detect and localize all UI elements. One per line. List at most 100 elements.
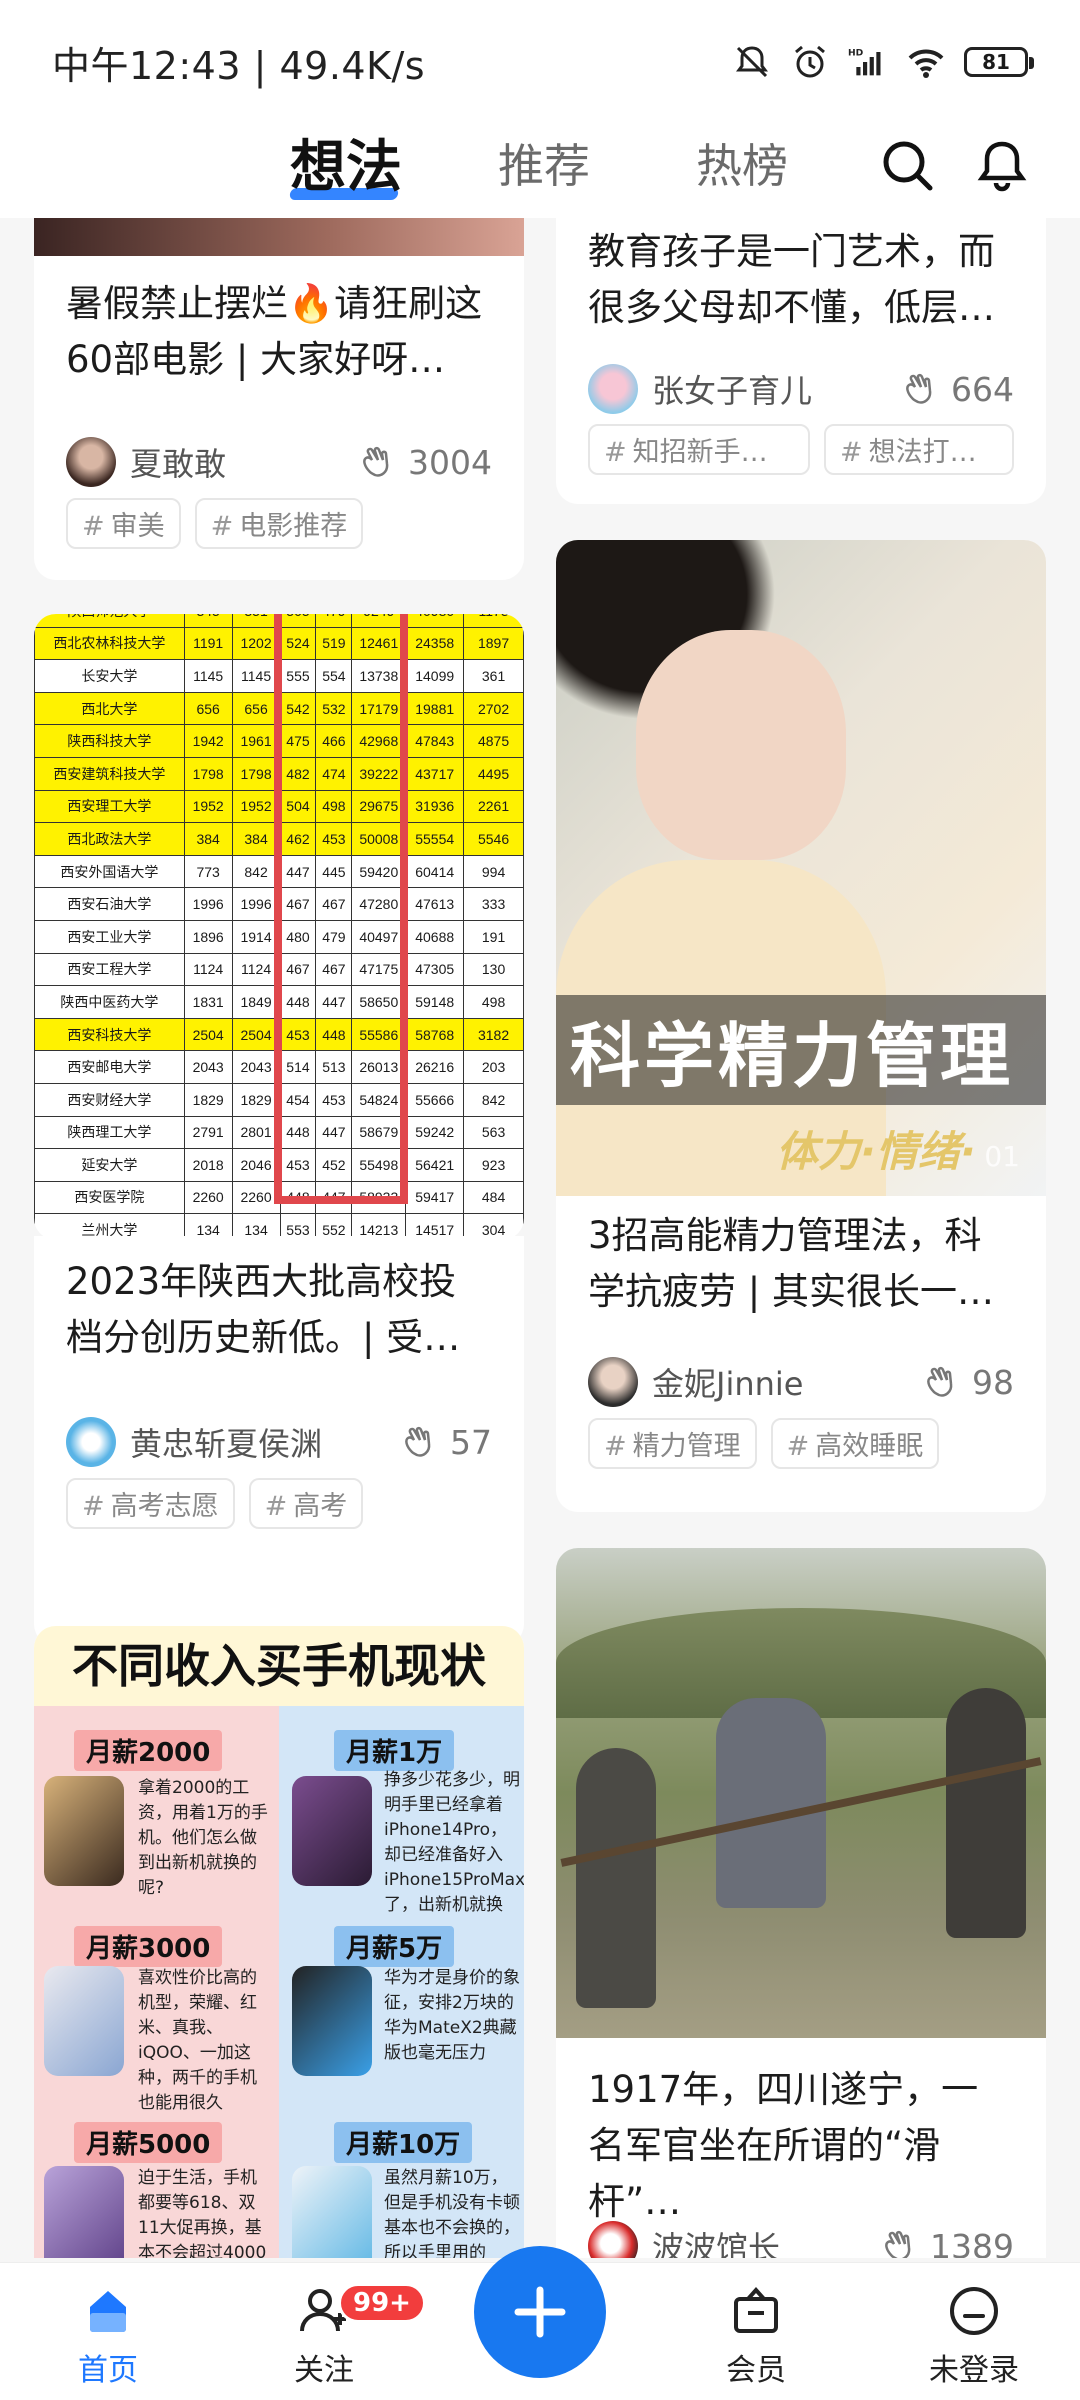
score-cell: 923 [463,1148,524,1182]
score-cell: 484 [463,1180,524,1215]
score-cell: 60414 [405,854,465,889]
topic-tag[interactable]: # 高考 [248,1478,364,1529]
score-cell: 59148 [405,985,465,1019]
topic-tag[interactable]: # 电影推荐 [194,498,364,549]
university-name-cell: 西安石油大学 [34,887,185,921]
topic-tag[interactable]: # 精力管理 [588,1418,757,1469]
phone-image [292,1776,372,1886]
image-headline: 科学精力管理 [570,1015,1014,1097]
feed-card[interactable]: 暑假禁止摆烂🔥请狂刷这60部电影 | 大家好呀… 夏敢敢 3004 # 审美 # 电… [34,218,524,580]
card-title: 暑假禁止摆烂🔥请狂刷这60部电影 | 大家好呀… [66,282,483,381]
tab-recommend[interactable]: 推荐 [498,130,590,196]
feed-card[interactable]: 陕西师范大学3453515054799249409801173西北农林科技大学1… [34,614,524,1240]
university-name-cell: 西安外国语大学 [34,854,185,889]
search-icon[interactable] [878,136,938,196]
score-cell: 1914 [231,919,281,954]
member-icon [734,2286,778,2333]
score-cell: 1849 [231,985,281,1019]
image-subtitle: 体力·情绪· [776,1127,976,1176]
clap-icon [906,373,932,404]
card-author[interactable]: 张女子育儿 [652,366,901,412]
avatar[interactable] [588,1357,638,1407]
nav-profile[interactable]: 未登录 [904,2283,1044,2389]
topic-tag[interactable]: # 审美 [66,498,181,549]
university-name-cell: 西安工业大学 [34,919,185,954]
topic-tag[interactable]: # 想法打卡… [824,424,1014,475]
university-name-cell: 西北农林科技大学 [34,626,185,661]
card-cover-image: 科学精力管理 体力·情绪· 01 [556,540,1046,1196]
nav-home-label: 首页 [78,2353,138,2388]
card-title: 3招高能精力管理法，科学抗疲劳 | 其实很长一… [588,1214,994,1313]
feed-card[interactable]: 1917年，四川遂宁，一名军官坐在所谓的“滑杆”… 波波馆长 1389 [556,1548,1046,2258]
wifi-icon [908,49,944,78]
follow-badge: 99+ [338,2283,426,2323]
like-count[interactable]: 57 [400,1422,492,1462]
score-cell: 1145 [183,659,233,693]
feed-card[interactable]: 不同收入买手机现状 月薪2000 拿着2000的工资，用着1万的手机。他们怎么做… [34,1626,524,2258]
score-cell: 56421 [405,1148,465,1182]
avatar[interactable] [588,2221,638,2258]
score-cell: 47613 [405,887,465,921]
tab-hot-list[interactable]: 热榜 [696,130,788,196]
like-count[interactable]: 1389 [880,2226,1014,2258]
card-title: 2023年陕西大批高校投档分创历史新低。| 受… [66,1260,461,1359]
topic-tag[interactable]: # 高效睡眠 [770,1418,940,1469]
card-author[interactable]: 夏敢敢 [130,439,358,485]
feed-card[interactable]: 科学精力管理 体力·情绪· 01 3招高能精力管理法，科学抗疲劳 | 其实很长一… [556,540,1046,1512]
notification-bell-icon[interactable] [972,136,1032,196]
score-cell: 47843 [405,724,465,758]
like-count[interactable]: 3004 [358,442,492,482]
score-cell: 1996 [183,887,233,921]
score-cell: 4495 [463,756,524,791]
feed[interactable]: 暑假禁止摆烂🔥请狂刷这60部电影 | 大家好呀… 夏敢敢 3004 # 审美 # 电… [0,218,1080,2258]
score-cell: 55554 [405,822,465,856]
face-shape [636,630,846,860]
officer-figure [716,1698,826,1908]
score-cell: 333 [463,887,524,921]
avatar[interactable] [588,364,638,414]
score-cell: 773 [183,854,233,889]
create-post-button[interactable] [474,2246,606,2378]
avatar[interactable] [66,437,116,487]
porter-figure [946,1688,1026,1938]
card-author[interactable]: 波波馆长 [652,2223,880,2258]
topic-tag[interactable]: # 知招新手爸妈 [588,424,810,475]
like-count-value: 664 [951,369,1014,409]
nav-follow-label: 关注 [294,2353,354,2388]
hd-signal-icon: HD [848,47,881,76]
score-cell: 345 [183,614,233,628]
score-cell: 1942 [183,724,233,758]
score-cell: 1798 [183,756,233,791]
nav-profile-label: 未登录 [929,2353,1019,2388]
like-count[interactable]: 664 [901,369,1014,409]
nav-home[interactable]: 首页 [38,2283,178,2389]
svg-text:HD: HD [848,47,864,58]
university-name-cell: 长安大学 [34,659,185,693]
feed-card-body[interactable]: 2023年陕西大批高校投档分创历史新低。| 受… 黄忠斩夏侯渊 57 # 高考志愿… [34,1236,524,1646]
university-name-cell: 延安大学 [34,1148,185,1182]
nav-member[interactable]: 会员 [686,2283,826,2389]
card-author[interactable]: 金妮Jinnie [652,1359,922,1405]
score-cell: 2043 [183,1050,233,1084]
score-cell: 2046 [231,1148,281,1182]
score-cell: 58768 [405,1017,465,1052]
poster-text: 迫于生活，手机都要等618、双11大促再换，基本不会超过4000块， [138,2168,267,2258]
score-cell: 43717 [405,756,465,791]
card-tags: # 审美 # 电影推荐 [66,498,492,549]
score-cell: 1829 [183,1082,233,1117]
card-cover-image: 陕西师范大学3453515054799249409801173西北农林科技大学1… [34,614,524,1240]
poster-text: 华为才是身价的象征，安排2万块的华为MateX2典藏版也毫无压力 [384,1968,520,2063]
phone-image [44,1776,124,1886]
card-tags: # 高考志愿 # 高考 [66,1478,492,1529]
topic-tag[interactable]: # 高考志愿 [66,1478,235,1529]
poster-text: 虽然月薪10万，但是手机没有卡顿基本也不会换的，所以手里用的 [384,2168,520,2258]
score-cell: 2504 [183,1017,233,1052]
feed-card[interactable]: 教育孩子是一门艺术，而很多父母却不懂，低层… 张女子育儿 664 # 知招新手爸妈… [556,218,1046,504]
score-cell: 2043 [231,1050,281,1084]
tab-ideas[interactable]: 想法 [290,122,402,203]
card-author[interactable]: 黄忠斩夏侯渊 [130,1419,400,1465]
avatar[interactable] [66,1417,116,1467]
like-count[interactable]: 98 [922,1362,1014,1402]
poster-text: 挣多少花多少，明明手里已经拿着iPhone14Pro，却已经准备好入iPhone… [384,1770,524,1915]
like-count-value: 3004 [408,442,492,482]
